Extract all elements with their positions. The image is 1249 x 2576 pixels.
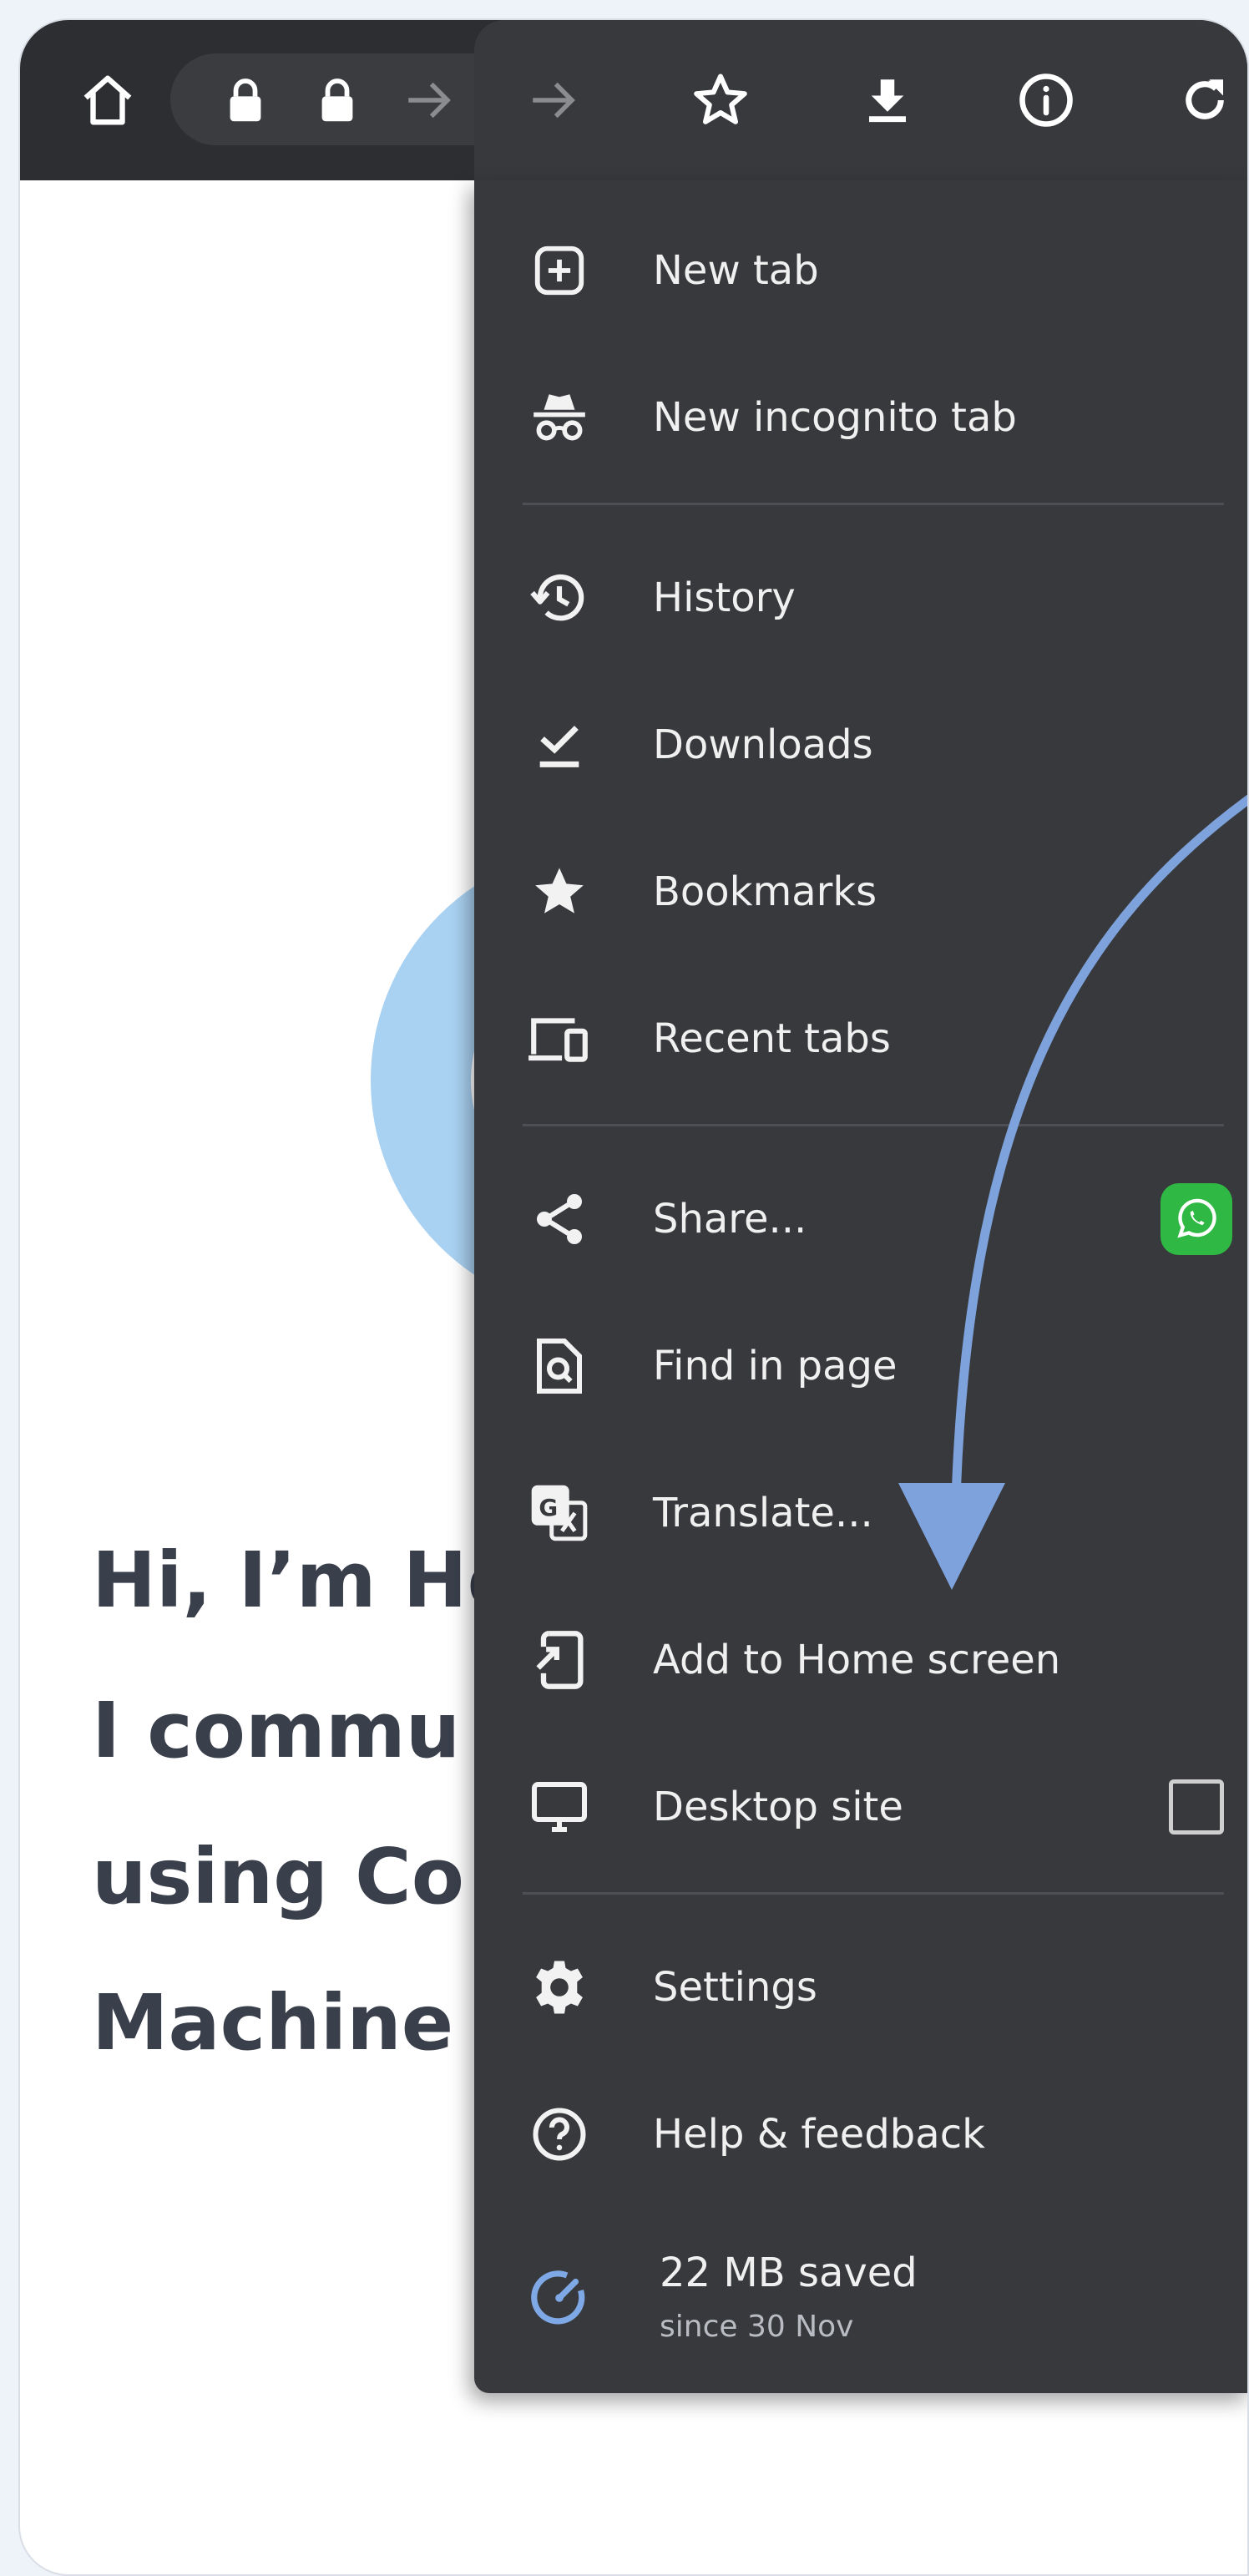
menu-item-bookmarks[interactable]: Bookmarks — [474, 818, 1247, 965]
menu-item-label: Bookmarks — [653, 868, 877, 915]
menu-item-label: Recent tabs — [653, 1015, 891, 1062]
menu-item-translate[interactable]: G Translate... — [474, 1440, 1247, 1587]
add-to-home-icon — [524, 1625, 594, 1695]
menu-item-label: Share... — [653, 1196, 807, 1242]
browser-frame: Hi, I’m He I commu using Co Machine New … — [18, 18, 1249, 2576]
intro-line-3: using Co — [92, 1832, 464, 1921]
info-icon[interactable] — [1000, 20, 1092, 180]
speedometer-icon — [524, 2263, 594, 2333]
menu-item-settings[interactable]: Settings — [474, 1914, 1247, 2061]
lock-icon — [220, 20, 271, 180]
gear-icon — [524, 1952, 594, 2022]
menu-item-label: New tab — [653, 247, 819, 294]
menu-item-recent-tabs[interactable]: Recent tabs — [474, 965, 1247, 1112]
intro-line-1: Hi, I’m He — [92, 1536, 519, 1625]
menu-item-label: Find in page — [653, 1343, 898, 1389]
menu-divider — [523, 503, 1224, 505]
lock-icon — [312, 20, 362, 180]
refresh-icon[interactable] — [1159, 20, 1247, 180]
svg-text:G: G — [539, 1494, 558, 1521]
home-icon[interactable] — [62, 20, 154, 180]
help-icon — [524, 2099, 594, 2169]
menu-divider — [523, 1892, 1224, 1895]
menu-item-data-saver[interactable]: 22 MB saved since 30 Nov — [474, 2209, 1247, 2373]
menu-item-downloads[interactable]: Downloads — [474, 671, 1247, 818]
menu-item-desktop-site[interactable]: Desktop site — [474, 1733, 1247, 1880]
desktop-icon — [524, 1772, 594, 1842]
share-icon — [524, 1184, 594, 1254]
menu-item-label: Help & feedback — [653, 2111, 985, 2158]
menu-item-history[interactable]: History — [474, 524, 1247, 671]
menu-action-bar — [474, 20, 1247, 180]
star-icon — [524, 857, 594, 927]
data-saver-sublabel: since 30 Nov — [660, 2310, 854, 2344]
download-icon[interactable] — [842, 20, 933, 180]
menu-item-label: Downloads — [653, 721, 873, 768]
history-icon — [524, 563, 594, 633]
menu-item-label: Translate... — [653, 1490, 873, 1536]
menu-item-new-incognito-tab[interactable]: New incognito tab — [474, 344, 1247, 491]
whatsapp-icon[interactable] — [1161, 1183, 1232, 1255]
menu-divider — [523, 1124, 1224, 1126]
menu-item-find-in-page[interactable]: Find in page — [474, 1293, 1247, 1440]
desktop-site-checkbox[interactable] — [1169, 1779, 1224, 1835]
menu-item-add-to-home-screen[interactable]: Add to Home screen — [474, 1587, 1247, 1733]
forward-arrow-icon[interactable] — [508, 20, 599, 180]
find-in-page-icon — [524, 1331, 594, 1401]
menu-item-label: Settings — [653, 1964, 817, 2011]
intro-line-2: I commu — [92, 1686, 461, 1775]
menu-item-label: Add to Home screen — [653, 1637, 1061, 1683]
menu-item-label: History — [653, 574, 796, 621]
translate-icon: G — [524, 1478, 594, 1548]
incognito-icon — [524, 382, 594, 453]
menu-item-share[interactable]: Share... — [474, 1146, 1247, 1293]
menu-item-new-tab[interactable]: New tab — [474, 197, 1247, 344]
menu-item-help-feedback[interactable]: Help & feedback — [474, 2061, 1247, 2208]
forward-arrow-icon — [396, 20, 463, 180]
download-check-icon — [524, 710, 594, 780]
menu-item-label: Desktop site — [653, 1784, 903, 1830]
data-saver-label: 22 MB saved — [660, 2250, 918, 2296]
overflow-menu: New tab New incognito tab History Downlo… — [474, 180, 1247, 2393]
intro-line-4: Machine — [92, 1978, 454, 2067]
star-outline-icon[interactable] — [675, 20, 766, 180]
plus-box-icon — [524, 235, 594, 306]
devices-icon — [524, 1004, 594, 1074]
menu-item-label: New incognito tab — [653, 394, 1017, 441]
